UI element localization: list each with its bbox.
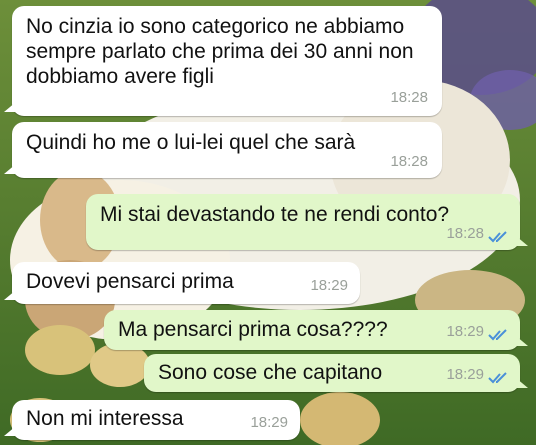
message-bubble-incoming[interactable]: Dovevi pensarci prima 18:29 [4, 262, 360, 304]
message-bubble-outgoing[interactable]: Sono cose che capitano 18:29 [144, 354, 528, 392]
double-check-read-icon [488, 329, 507, 341]
message-bubble-incoming[interactable]: Non mi interessa 18:29 [4, 400, 300, 440]
message-text: Dovevi pensarci prima [26, 270, 234, 293]
double-check-read-icon [488, 372, 507, 384]
message-text: Mi stai devastando te ne rendi conto? [100, 203, 450, 226]
message-text: Non mi interessa [26, 407, 184, 430]
message-text: Quindi ho me o lui-lei quel che sarà [26, 131, 356, 154]
bubble-tail [4, 164, 16, 174]
message-time: 18:28 [390, 89, 428, 106]
bubble-tail [4, 290, 16, 300]
bubble-tail [4, 426, 16, 436]
bubble-tail [516, 336, 528, 346]
message-time: 18:28 [446, 225, 484, 242]
message-text: No cinzia io sono categorico ne abbiamo … [26, 15, 414, 88]
message-bubble-incoming[interactable]: No cinzia io sono categorico ne abbiamo … [4, 6, 442, 116]
message-time: 18:29 [310, 277, 348, 294]
bubble-tail [516, 378, 528, 388]
bubble-tail [4, 102, 16, 112]
message-time: 18:29 [446, 323, 484, 340]
message-bubble-incoming[interactable]: Quindi ho me o lui-lei quel che sarà 18:… [4, 122, 442, 178]
message-time: 18:29 [250, 414, 288, 431]
bubble-tail [516, 236, 528, 246]
message-time: 18:28 [390, 153, 428, 170]
message-time: 18:29 [446, 366, 484, 383]
message-bubble-outgoing[interactable]: Mi stai devastando te ne rendi conto? 18… [86, 194, 528, 250]
double-check-read-icon [488, 231, 507, 243]
message-bubble-outgoing[interactable]: Ma pensarci prima cosa???? 18:29 [104, 310, 528, 350]
